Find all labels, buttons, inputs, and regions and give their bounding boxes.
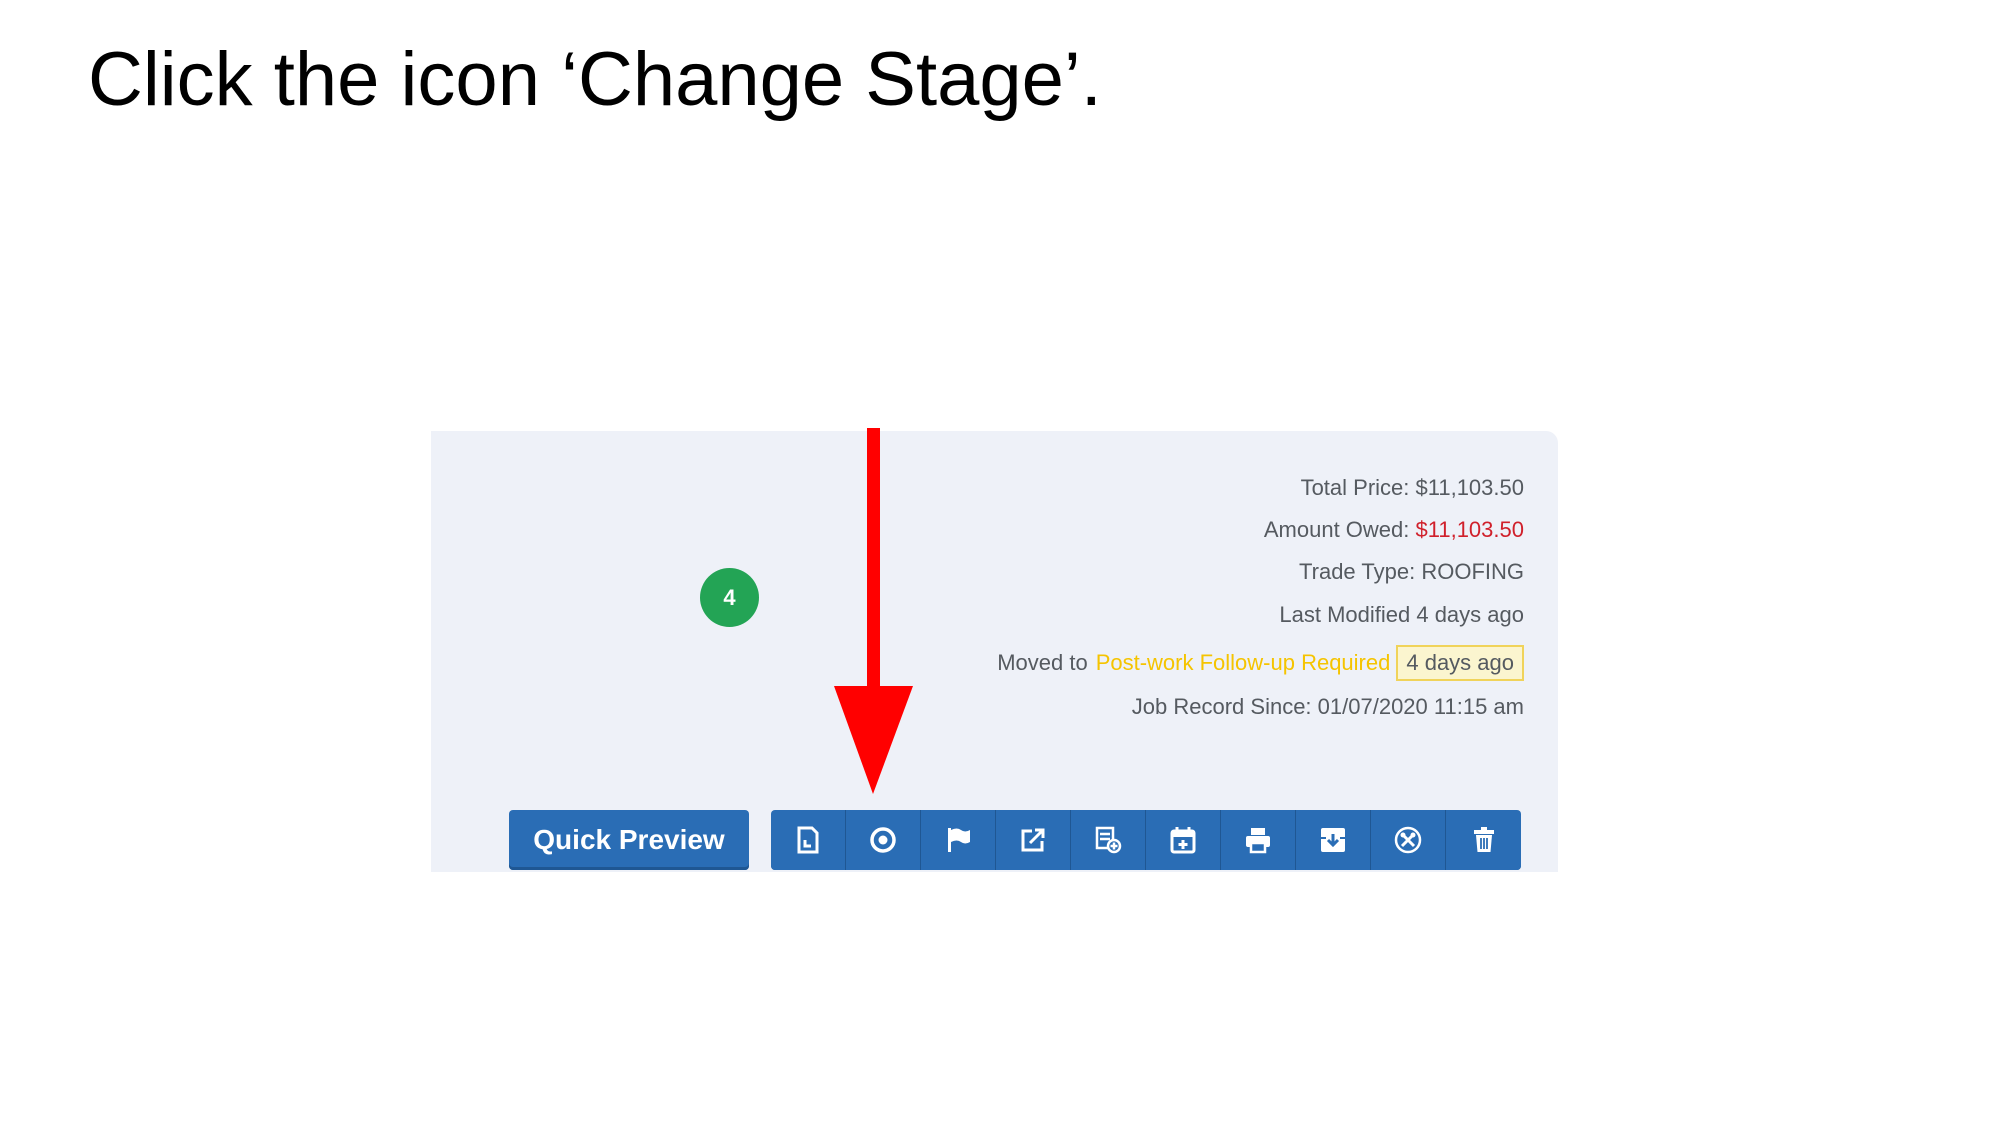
- document-icon: [797, 826, 819, 854]
- tools-button[interactable]: [1371, 810, 1446, 870]
- flag-button[interactable]: [921, 810, 996, 870]
- quick-preview-button[interactable]: Quick Preview: [509, 810, 749, 870]
- add-list-button[interactable]: [1071, 810, 1146, 870]
- trade-type-label: Trade Type:: [1299, 559, 1416, 584]
- last-modified-line: Last Modified 4 days ago: [1279, 602, 1524, 627]
- moved-to-line: Moved to Post-work Follow-up Required 4 …: [997, 644, 1524, 682]
- record-since-line: Job Record Since: 01/07/2020 11:15 am: [1132, 692, 1524, 722]
- delete-button[interactable]: [1446, 810, 1521, 870]
- document-button[interactable]: [771, 810, 846, 870]
- record-since-value: 01/07/2020 11:15 am: [1317, 694, 1524, 719]
- archive-icon: [1321, 828, 1345, 852]
- amount-owed-line: Amount Owed: $11,103.50: [1264, 515, 1524, 545]
- total-price-label: Total Price:: [1300, 475, 1410, 500]
- amount-owed-label: Amount Owed:: [1263, 517, 1410, 542]
- add-list-icon: [1095, 826, 1122, 854]
- tools-icon: [1394, 826, 1422, 854]
- change-stage-button[interactable]: [846, 810, 921, 870]
- action-toolbar: [771, 810, 1521, 870]
- calendar-add-icon: [1170, 827, 1196, 854]
- print-button[interactable]: [1221, 810, 1296, 870]
- record-since-label: Job Record Since:: [1131, 694, 1312, 719]
- total-price-line: Total Price: $11,103.50: [1301, 473, 1524, 503]
- external-link-icon: [1021, 828, 1045, 852]
- stage-link[interactable]: Post-work Follow-up Required: [1096, 650, 1391, 676]
- count-badge: 4: [700, 568, 759, 627]
- trash-icon: [1473, 827, 1494, 852]
- print-icon: [1246, 828, 1270, 854]
- moved-ago-box: 4 days ago: [1396, 645, 1524, 681]
- instruction-title: Click the icon ‘Change Stage’.: [88, 37, 1102, 122]
- total-price-value: $11,103.50: [1415, 475, 1524, 500]
- trade-type-value: ROOFING: [1421, 559, 1524, 584]
- trade-type-line: Trade Type: ROOFING: [1299, 557, 1524, 587]
- flag-icon: [948, 828, 970, 852]
- archive-button[interactable]: [1296, 810, 1371, 870]
- change-stage-icon: [870, 827, 896, 853]
- amount-owed-value: $11,103.50: [1415, 517, 1524, 542]
- moved-to-label: Moved to: [997, 650, 1088, 675]
- red-arrow-annotation: [834, 428, 913, 794]
- external-link-button[interactable]: [996, 810, 1071, 870]
- calendar-add-button[interactable]: [1146, 810, 1221, 870]
